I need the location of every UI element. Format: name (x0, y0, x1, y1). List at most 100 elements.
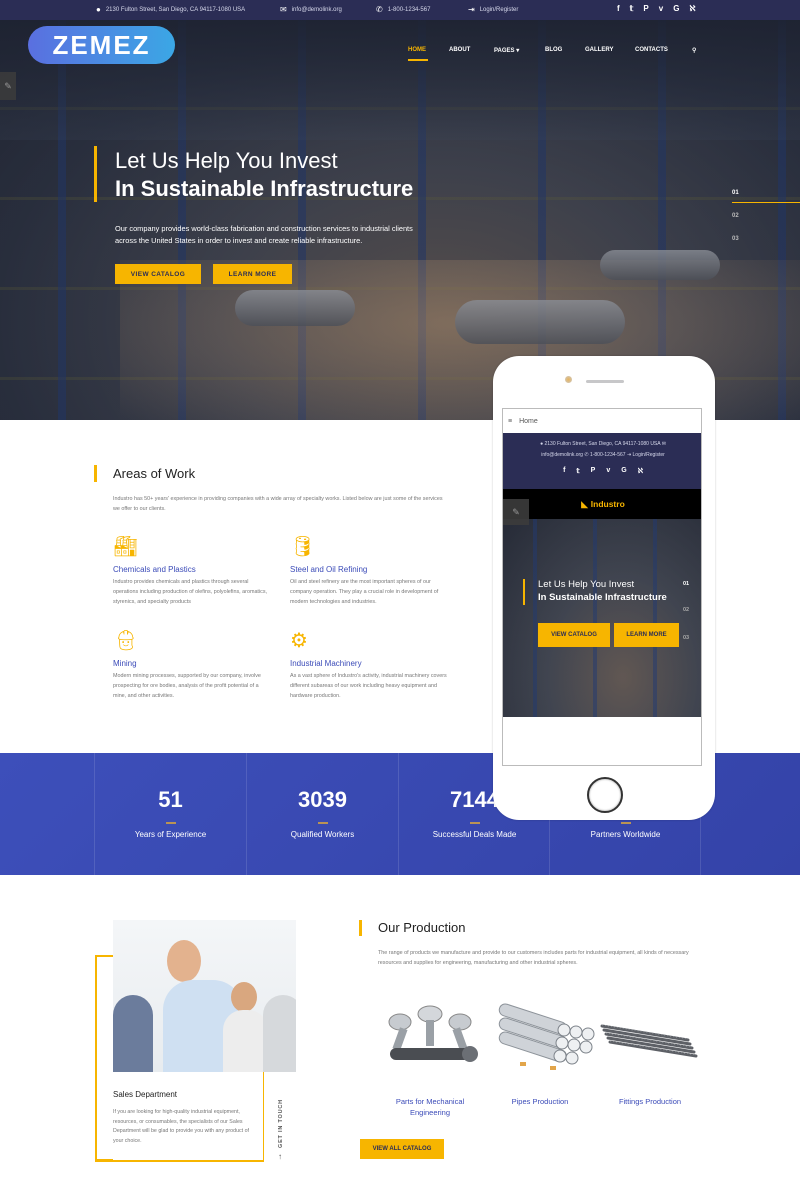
engine-pistons-image[interactable] (380, 992, 490, 1072)
rss-icon[interactable]: ℵ (689, 4, 695, 13)
work-title[interactable]: Mining (113, 659, 273, 668)
industro-logo-icon: ◣ (581, 498, 588, 509)
mobile-learn-more-button[interactable]: LEARN MORE (614, 623, 679, 647)
stat-label: Qualified Workers (290, 830, 355, 839)
nav-active-underline (408, 59, 428, 61)
nav-gallery[interactable]: GALLERY (585, 47, 613, 53)
site-logo[interactable]: ZEMEZ (28, 26, 175, 64)
work-title[interactable]: Industrial Machinery (290, 659, 450, 668)
gear-icon: ⚙︎ (290, 630, 308, 652)
slide-01[interactable]: 01 (732, 190, 739, 196)
phone-screen: ≡ Home ● 2130 Fulton Street, San Diego, … (502, 408, 702, 766)
sales-title: Sales Department (113, 1090, 178, 1099)
stat-item: 51 Years of Experience (94, 753, 246, 875)
stat-item: 3039 Qualified Workers (246, 753, 398, 875)
mobile-email[interactable]: info@demolink.org (541, 452, 583, 458)
stat-value: 51 (158, 787, 183, 812)
areas-title: Areas of Work (113, 466, 196, 481)
chevron-down-icon: ▾ (516, 48, 520, 54)
work-title[interactable]: Steel and Oil Refining (290, 565, 450, 574)
view-catalog-button[interactable]: VIEW CATALOG (115, 264, 201, 284)
production-intro: The range of products we manufacture and… (378, 950, 689, 966)
nav-contacts[interactable]: CONTACTS (635, 47, 668, 53)
pinterest-icon[interactable]: P (643, 4, 648, 13)
pencil-edit-icon[interactable]: ✎ (503, 499, 529, 525)
facebook-icon[interactable]: f (617, 4, 620, 13)
pinterest-icon[interactable]: P (591, 467, 596, 475)
vimeo-icon[interactable]: v (659, 4, 663, 13)
stat-divider (166, 822, 176, 824)
email-item[interactable]: ✉ info@demolink.org (280, 6, 342, 14)
slide-02[interactable]: 02 (732, 213, 739, 219)
address-text: 2130 Fulton Street, San Diego, CA 94117-… (105, 7, 246, 13)
stat-divider (318, 822, 328, 824)
hero-accent-bar (94, 146, 97, 202)
phone-icon: ✆ (376, 5, 383, 14)
login-item[interactable]: ⇥ Login/Register (468, 6, 518, 14)
arrow-up-icon[interactable]: ↑ (278, 1152, 282, 1161)
login-register-link[interactable]: Login/Register (480, 7, 519, 13)
rss-icon[interactable]: ℵ (638, 467, 643, 475)
rebar-fittings-image[interactable] (598, 992, 708, 1072)
mobile-view-catalog-button[interactable]: VIEW CATALOG (538, 623, 610, 647)
person-shape (263, 995, 296, 1072)
mobile-slide-02[interactable]: 02 (683, 607, 689, 613)
mobile-slide-01[interactable]: 01 (683, 581, 689, 587)
factory-icon: 🏭︎ (113, 536, 139, 558)
mobile-contact-row: info@demolink.org ✆ 1-800-1234-567 ⇥ Log… (503, 452, 701, 458)
mobile-info-bar: ● 2130 Fulton Street, San Diego, CA 9411… (503, 433, 701, 489)
mobile-login[interactable]: Login/Register (633, 452, 665, 458)
nav-about[interactable]: ABOUT (449, 47, 470, 53)
phone-home-button (587, 777, 623, 813)
mobile-menu-label[interactable]: Home (519, 418, 538, 425)
worker-helmet-icon: 👷︎ (113, 630, 139, 652)
slide-03[interactable]: 03 (732, 236, 739, 242)
pipe-decor (600, 250, 720, 280)
oil-can-icon: 🛢︎ (290, 536, 316, 558)
google-icon[interactable]: G (673, 4, 679, 13)
vimeo-icon[interactable]: v (606, 467, 610, 475)
work-title[interactable]: Chemicals and Plastics (113, 565, 273, 574)
twitter-icon[interactable]: 𝕥 (630, 4, 634, 13)
mobile-phone[interactable]: 1-800-1234-567 (590, 452, 626, 458)
mobile-hero: Let Us Help You Invest In Sustainable In… (503, 519, 701, 717)
facebook-icon[interactable]: f (563, 467, 565, 475)
nav-blog[interactable]: BLOG (545, 47, 562, 53)
mobile-address-row: ● 2130 Fulton Street, San Diego, CA 9411… (540, 441, 666, 447)
nav-home[interactable]: HOME (408, 47, 428, 61)
twitter-icon[interactable]: 𝕥 (576, 467, 579, 475)
stat-label: Years of Experience (134, 830, 207, 839)
mobile-brand[interactable]: ◣ Industro (503, 489, 701, 519)
phone-speaker (586, 380, 624, 383)
person-shape (231, 982, 257, 1012)
production-accent-bar (359, 920, 362, 936)
stat-label: Successful Deals Made (432, 830, 517, 839)
pencil-edit-icon[interactable]: ✎ (0, 72, 16, 100)
google-icon[interactable]: G (621, 467, 626, 475)
product-label[interactable]: Parts for Mechanical Engineering (375, 1096, 485, 1118)
nav-pages[interactable]: PAGES ▾ (494, 47, 519, 54)
person-shape (113, 995, 153, 1072)
view-all-catalog-button[interactable]: VIEW ALL CATALOG (360, 1139, 444, 1159)
phone-item[interactable]: ✆ 1-800-1234-567 (376, 6, 430, 14)
product-label[interactable]: Pipes Production (485, 1096, 595, 1107)
get-in-touch-label[interactable]: GET IN TOUCH (278, 1099, 284, 1148)
phone-mockup: ≡ Home ● 2130 Fulton Street, San Diego, … (493, 356, 715, 820)
email-link[interactable]: info@demolink.org (292, 7, 342, 13)
envelope-icon: ✉ (280, 5, 287, 14)
search-icon[interactable]: ⚲ (692, 47, 696, 54)
product-label[interactable]: Fittings Production (595, 1096, 705, 1107)
stat-divider (470, 822, 480, 824)
learn-more-button[interactable]: LEARN MORE (213, 264, 292, 284)
areas-accent-bar (94, 465, 97, 482)
phone-link[interactable]: 1-800-1234-567 (388, 7, 431, 13)
stat-label: Partners Worldwide (590, 830, 661, 839)
address-item: ● 2130 Fulton Street, San Diego, CA 9411… (96, 6, 245, 14)
mobile-accent-bar (523, 579, 525, 605)
mobile-slide-03[interactable]: 03 (683, 635, 689, 641)
mobile-header: ≡ Home (503, 409, 701, 433)
hamburger-menu-icon[interactable]: ≡ (508, 418, 512, 425)
steel-pipes-image[interactable] (490, 992, 600, 1072)
work-text: Oil and steel refinery are the most impo… (290, 579, 439, 605)
stat-divider-column (700, 753, 800, 875)
